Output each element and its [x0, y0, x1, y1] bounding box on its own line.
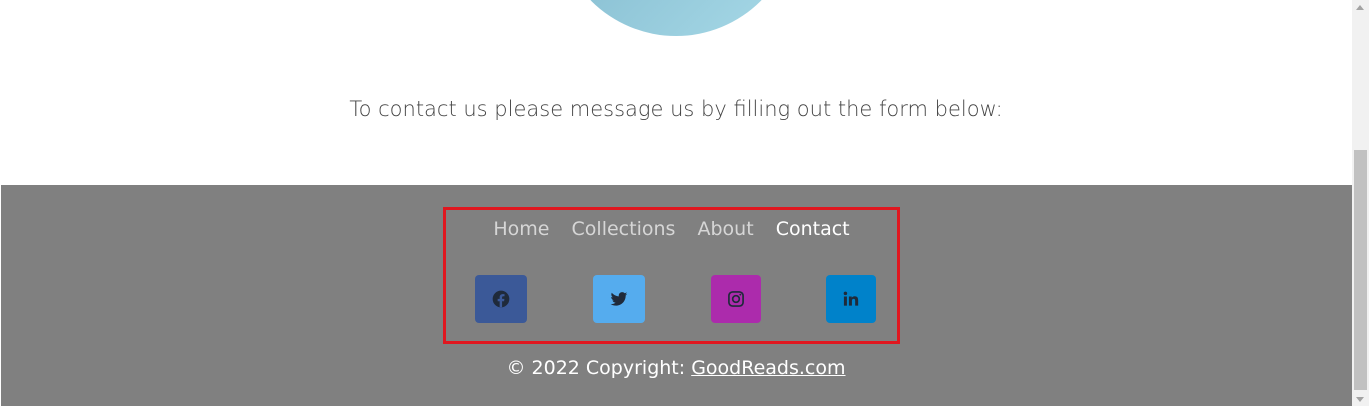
- copyright: © 2022 Copyright: GoodReads.com: [0, 357, 1352, 379]
- scroll-down-arrow-icon[interactable]: [1356, 397, 1364, 402]
- hero-illustration-shade: [556, 0, 796, 36]
- scroll-up-arrow-icon[interactable]: [1356, 5, 1364, 10]
- scrollbar-thumb[interactable]: [1354, 150, 1367, 390]
- annotation-highlight-box: [443, 207, 900, 344]
- copyright-text: © 2022 Copyright:: [506, 357, 692, 379]
- page-viewport: To contact us please message us by filli…: [0, 0, 1352, 406]
- copyright-link[interactable]: GoodReads.com: [691, 357, 845, 379]
- hero-illustration: [556, 0, 796, 36]
- contact-instructions: To contact us please message us by filli…: [349, 97, 1003, 121]
- vertical-scrollbar[interactable]: [1352, 0, 1369, 406]
